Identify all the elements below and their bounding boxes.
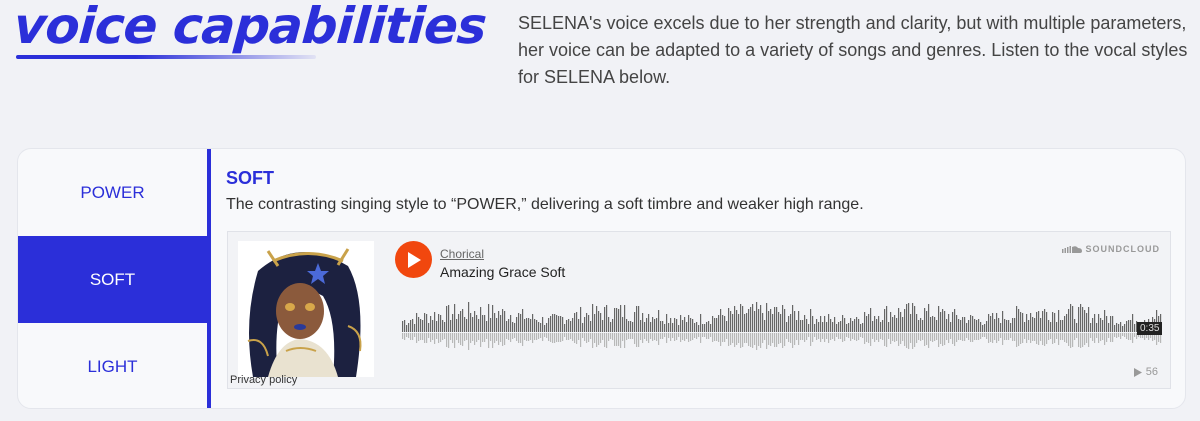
play-count-icon bbox=[1133, 367, 1142, 377]
tab-label: SOFT bbox=[89, 269, 136, 289]
tab-label: POWER bbox=[80, 182, 145, 202]
soundcloud-player: Privacy policy Chorical Amazing Grace So… bbox=[227, 231, 1171, 389]
duration-badge: 0:35 bbox=[1137, 322, 1163, 335]
tab-soft[interactable]: SOFT bbox=[18, 236, 207, 323]
style-tabs: POWER SOFT LIGHT bbox=[18, 149, 207, 408]
soundcloud-label: SOUNDCLOUD bbox=[1085, 244, 1160, 254]
style-description: The contrasting singing style to “POWER,… bbox=[226, 196, 864, 213]
tab-divider bbox=[207, 149, 211, 408]
play-count: 56 bbox=[1133, 366, 1158, 378]
section-title: voice capabilities bbox=[11, 0, 488, 55]
voice-styles-card: POWER SOFT LIGHT SOFT The contrasting si… bbox=[17, 148, 1186, 409]
title-underline bbox=[16, 55, 316, 59]
play-button[interactable] bbox=[395, 241, 432, 278]
tab-light[interactable]: LIGHT bbox=[18, 323, 207, 408]
tab-power[interactable]: POWER bbox=[18, 149, 207, 236]
tab-label: LIGHT bbox=[87, 356, 138, 376]
waveform[interactable] bbox=[402, 294, 1162, 354]
intro-text: SELENA's voice excels due to her strengt… bbox=[518, 13, 1188, 87]
style-title: SOFT bbox=[226, 168, 274, 188]
track-artwork[interactable] bbox=[238, 241, 374, 377]
play-icon bbox=[407, 251, 421, 268]
privacy-policy-link[interactable]: Privacy policy bbox=[230, 374, 297, 386]
artist-link[interactable]: Chorical bbox=[440, 247, 484, 261]
soundcloud-logo[interactable]: SOUNDCLOUD bbox=[1061, 244, 1161, 254]
play-count-value: 56 bbox=[1145, 366, 1158, 378]
track-title[interactable]: Amazing Grace Soft bbox=[440, 264, 565, 280]
soundcloud-icon bbox=[1061, 246, 1082, 253]
